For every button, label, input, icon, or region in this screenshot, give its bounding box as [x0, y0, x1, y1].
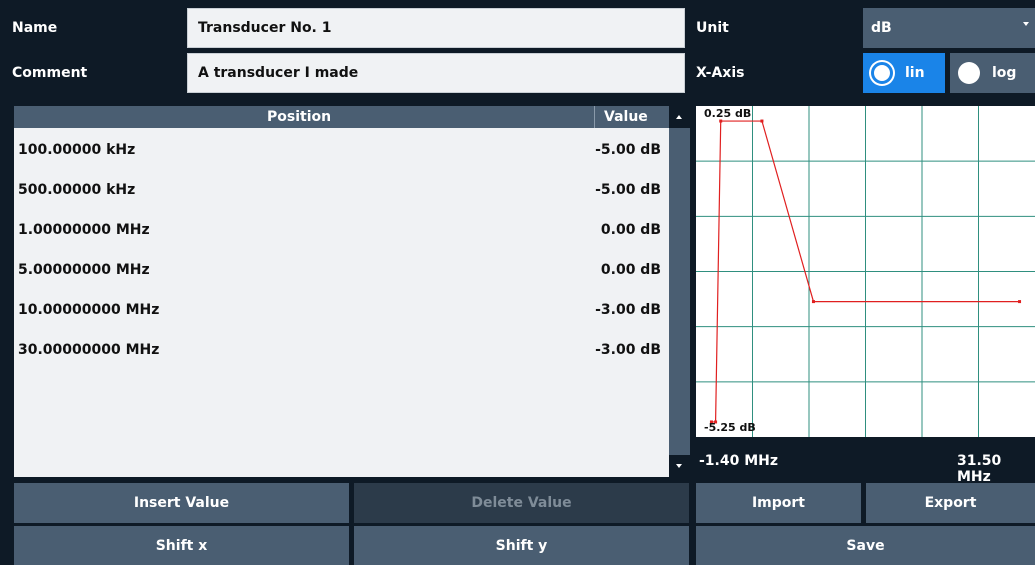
unit-dropdown[interactable]: dB [863, 8, 1035, 48]
name-input[interactable]: Transducer No. 1 [187, 8, 685, 48]
row-value: -3.00 dB [595, 302, 661, 318]
table-body: 100.00000 kHz -5.00 dB 500.00000 kHz -5.… [14, 128, 669, 477]
y-max-label: 0.25 dB [704, 107, 752, 120]
data-point [1018, 300, 1022, 304]
line-chart [696, 106, 1035, 437]
row-position: 30.00000000 MHz [18, 342, 160, 358]
unit-label: Unit [696, 20, 729, 36]
radio-unselected-icon [958, 62, 980, 84]
table-row[interactable]: 1.00000000 MHz 0.00 dB [14, 210, 669, 250]
xaxis-label: X-Axis [696, 65, 745, 81]
row-position: 100.00000 kHz [18, 142, 136, 158]
scrollbar-track[interactable] [669, 128, 690, 455]
table-row[interactable]: 10.00000000 MHz -3.00 dB [14, 290, 669, 330]
xaxis-log-radio[interactable]: log [950, 53, 1035, 93]
x-min-label: -1.40 MHz [699, 453, 779, 469]
unit-value: dB [871, 20, 892, 36]
row-position: 5.00000000 MHz [18, 262, 150, 278]
xaxis-lin-label: lin [905, 65, 925, 81]
save-button[interactable]: Save [696, 526, 1035, 565]
shift-x-button[interactable]: Shift x [14, 526, 349, 565]
table-header: Position Value [14, 106, 669, 128]
row-position: 1.00000000 MHz [18, 222, 150, 238]
table-row[interactable]: 30.00000000 MHz -3.00 dB [14, 330, 669, 370]
radio-selected-icon [871, 62, 893, 84]
column-header-position[interactable]: Position [267, 109, 331, 125]
row-position: 10.00000000 MHz [18, 302, 160, 318]
data-point [760, 119, 764, 123]
arrow-down-icon [676, 464, 682, 468]
row-value: -3.00 dB [595, 342, 661, 358]
row-position: 500.00000 kHz [18, 182, 136, 198]
scroll-up-button[interactable] [669, 106, 690, 128]
transducer-graph: 0.25 dB -5.25 dB [696, 106, 1035, 437]
table-row[interactable]: 100.00000 kHz -5.00 dB [14, 130, 669, 170]
column-divider [594, 106, 595, 128]
comment-label: Comment [12, 65, 88, 81]
export-button[interactable]: Export [866, 483, 1035, 523]
insert-value-button[interactable]: Insert Value [14, 483, 349, 523]
y-min-label: -5.25 dB [704, 421, 756, 434]
delete-value-button[interactable]: Delete Value [354, 483, 689, 523]
row-value: 0.00 dB [600, 262, 661, 278]
arrow-up-icon [676, 115, 682, 119]
row-value: -5.00 dB [595, 182, 661, 198]
row-value: -5.00 dB [595, 142, 661, 158]
row-value: 0.00 dB [600, 222, 661, 238]
shift-y-button[interactable]: Shift y [354, 526, 689, 565]
data-point [811, 300, 815, 304]
name-label: Name [12, 20, 58, 36]
comment-input[interactable]: A transducer I made [187, 53, 685, 93]
table-row[interactable]: 500.00000 kHz -5.00 dB [14, 170, 669, 210]
x-max-label: 31.50 MHz [957, 453, 1002, 485]
scroll-down-button[interactable] [669, 455, 690, 477]
chevron-down-icon [1023, 22, 1029, 26]
xaxis-log-label: log [992, 65, 1017, 81]
xaxis-lin-radio[interactable]: lin [863, 53, 945, 93]
column-header-value[interactable]: Value [604, 109, 648, 125]
import-button[interactable]: Import [696, 483, 861, 523]
table-row[interactable]: 5.00000000 MHz 0.00 dB [14, 250, 669, 290]
